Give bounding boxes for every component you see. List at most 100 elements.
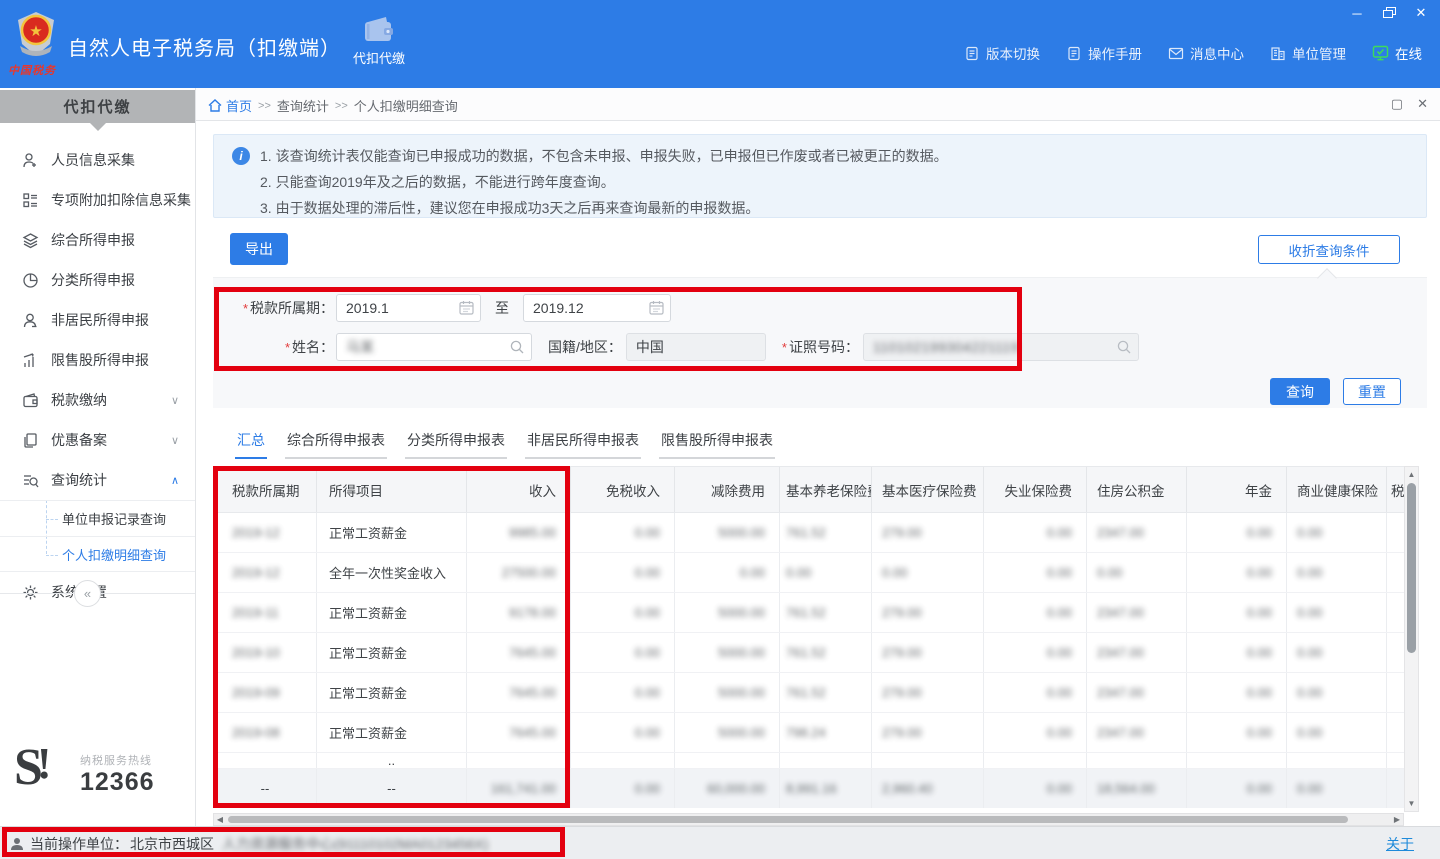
period-to-input[interactable]: 2019.12 (523, 294, 671, 322)
id-number-label: *证照号码： (782, 337, 859, 357)
sidebar-item-优惠备案[interactable]: 优惠备案∨ (0, 420, 195, 460)
table-cell (872, 753, 984, 768)
breadcrumb-home-link[interactable]: 首页 (208, 96, 252, 115)
sidebar-item-税款缴纳[interactable]: 税款缴纳∨ (0, 380, 195, 420)
vertical-scroll-thumb[interactable] (1407, 483, 1416, 653)
table-header-收入: 收入 (467, 467, 571, 512)
table-row[interactable]: 2019-12全年一次性奖金收入27500.000.000.000.000.00… (214, 553, 1404, 593)
calendar-icon[interactable] (459, 300, 474, 315)
table-cell-value: 减除费用 (711, 480, 765, 500)
header-nav-版本切换[interactable]: 版本切换 (964, 43, 1040, 63)
app-header: ★ 中国税务 自然人电子税务局（扣缴端） 代扣代缴 版本切换操作手册消息中心单位… (0, 0, 1440, 88)
table-header-免税收入: 免税收入 (571, 467, 675, 512)
period-from-input[interactable]: 2019.1 (336, 294, 481, 322)
header-nav-单位管理[interactable]: 单位管理 (1270, 43, 1346, 63)
tab-综合所得申报表[interactable]: 综合所得申报表 (285, 430, 387, 459)
table-cell: 7645.00 (467, 633, 571, 672)
scroll-left-arrow[interactable]: ◀ (214, 814, 226, 825)
sidebar-item-专项附加扣除信息采集[interactable]: 专项附加扣除信息采集 (0, 180, 195, 220)
table-cell-redacted-value: 5000.00 (718, 605, 765, 620)
table-cell: 2,960.40 (872, 769, 984, 808)
scroll-up-arrow[interactable]: ▲ (1405, 468, 1418, 481)
sidebar-item-非居民所得申报[interactable]: 非居民所得申报 (0, 300, 195, 340)
collapse-query-button[interactable]: 收折查询条件 (1258, 235, 1400, 264)
table-cell-redacted-value: 0.00 (1047, 565, 1072, 580)
table-row[interactable]: 2019-08正常工资薪金7645.000.005000.00798.24279… (214, 713, 1404, 753)
sidebar-subitem-单位申报记录查询[interactable]: 单位申报记录查询 (0, 500, 195, 536)
sidebar-item-查询统计[interactable]: 查询统计∧ (0, 460, 195, 500)
sidebar-item-分类所得申报[interactable]: 分类所得申报 (0, 260, 195, 300)
table-cell: 0.00 (571, 553, 675, 592)
sidebar-item-综合所得申报[interactable]: 综合所得申报 (0, 220, 195, 260)
window-minimize-button[interactable]: ─ (1346, 4, 1368, 22)
sidebar-collapse-button[interactable]: « (74, 580, 101, 607)
horizontal-scrollbar[interactable]: ◀ ▶ (213, 813, 1404, 826)
restore-icon (1383, 7, 1396, 19)
table-cell-redacted-value: 5000.00 (718, 685, 765, 700)
table-cell-value: 正常工资薪金 (329, 523, 407, 542)
table-cell-redacted-value: 0.00 (1297, 605, 1322, 620)
table-cell: 2347.00 (1087, 713, 1187, 752)
table-cell: 0.00 (1187, 769, 1287, 808)
table-cell: 0.00 (1187, 553, 1287, 592)
tab-非居民所得申报表[interactable]: 非居民所得申报表 (525, 430, 641, 459)
table-cell: 0.00 (1287, 673, 1387, 712)
breadcrumb-separator: >> (335, 100, 348, 112)
table-cell: 2347.00 (1087, 633, 1187, 672)
export-button[interactable]: 导出 (230, 233, 288, 265)
scroll-right-arrow[interactable]: ▶ (1391, 814, 1403, 825)
table-row[interactable]: 2019-10正常工资薪金7645.000.005000.00761.52279… (214, 633, 1404, 673)
sidebar-item-label: 优惠备案 (51, 430, 107, 450)
sidebar-submenu: 单位申报记录查询个人扣缴明细查询 (0, 500, 195, 572)
table-cell-redacted-value: 2019-12 (232, 565, 280, 580)
window-close-button[interactable]: ✕ (1410, 4, 1432, 22)
table-cell-redacted-value: 0.00 (635, 525, 660, 540)
sidebar-subitem-个人扣缴明细查询[interactable]: 个人扣缴明细查询 (0, 536, 195, 572)
calendar-icon[interactable] (649, 300, 664, 315)
module-tab-daikou-daijiao[interactable]: 代扣代缴 (346, 16, 412, 80)
tab-分类所得申报表[interactable]: 分类所得申报表 (405, 430, 507, 459)
table-row[interactable]: 2019-12正常工资薪金9985.000.005000.00761.52279… (214, 513, 1404, 553)
sidebar-item-限售股所得申报[interactable]: 限售股所得申报 (0, 340, 195, 380)
table-cell-redacted-value: 2019-09 (232, 685, 280, 700)
name-input[interactable]: 马某 (336, 333, 532, 361)
table-row[interactable]: 2019-09正常工资薪金7645.000.005000.00761.52279… (214, 673, 1404, 713)
notice-line-2: 2. 只能查询2019年及之后的数据，不能进行跨年度查询。 (260, 169, 948, 195)
header-nav: 版本切换 操作手册 消息中心 单位管理 在线 (964, 40, 1422, 66)
header-nav-在线[interactable]: 在线 (1372, 43, 1422, 63)
table-cell: 279.00 (872, 713, 984, 752)
tab-限售股所得申报表[interactable]: 限售股所得申报表 (659, 430, 775, 459)
table-cell: -- (317, 769, 467, 808)
table-cell-redacted-value: 60,000.00 (707, 781, 765, 796)
header-nav-操作手册[interactable]: 操作手册 (1066, 43, 1142, 63)
query-button[interactable]: 查询 (1270, 378, 1330, 405)
table-row[interactable]: 2019-11正常工资薪金9178.000.005000.00761.52279… (214, 593, 1404, 633)
table-cell: 761.52 (780, 633, 872, 672)
table-cell: 5000.00 (675, 673, 780, 712)
table-cell: 60,000.00 (675, 769, 780, 808)
table-cell: 2019-12 (214, 513, 317, 552)
bar-chart-icon (22, 352, 39, 369)
table-cell-redacted-value: 0.00 (1297, 781, 1322, 796)
table-cell-redacted-value: 0.00 (786, 565, 811, 580)
national-emblem-icon: ★ (14, 10, 58, 60)
table-cell-redacted-value: 0.00 (1047, 725, 1072, 740)
notice-line-1: 1. 该查询统计表仅能查询已申报成功的数据，不包含未申报、申报失败，已申报但已作… (260, 143, 948, 169)
scroll-down-arrow[interactable]: ▼ (1405, 797, 1418, 810)
header-nav-消息中心[interactable]: 消息中心 (1168, 43, 1244, 63)
window-restore-button[interactable] (1378, 4, 1400, 22)
tab-汇总[interactable]: 汇总 (235, 430, 267, 459)
breadcrumb-item-query-stats[interactable]: 查询统计 (277, 96, 329, 115)
table-cell (675, 753, 780, 768)
horizontal-scroll-thumb[interactable] (228, 816, 1348, 823)
reset-button[interactable]: 重置 (1343, 378, 1401, 405)
sidebar-item-人员信息采集[interactable]: 人员信息采集 (0, 140, 195, 180)
table-cell-redacted-value: 279.00 (882, 725, 922, 740)
content-maximize-icon[interactable]: ▢ (1391, 96, 1403, 112)
search-icon[interactable] (509, 339, 525, 355)
sidebar-header: 代扣代缴 (0, 90, 195, 123)
about-link[interactable]: 关于 (1386, 834, 1414, 854)
vertical-scrollbar[interactable]: ▲ ▼ (1404, 466, 1419, 812)
form-list-icon (22, 192, 39, 209)
content-close-icon[interactable]: ✕ (1417, 96, 1428, 112)
